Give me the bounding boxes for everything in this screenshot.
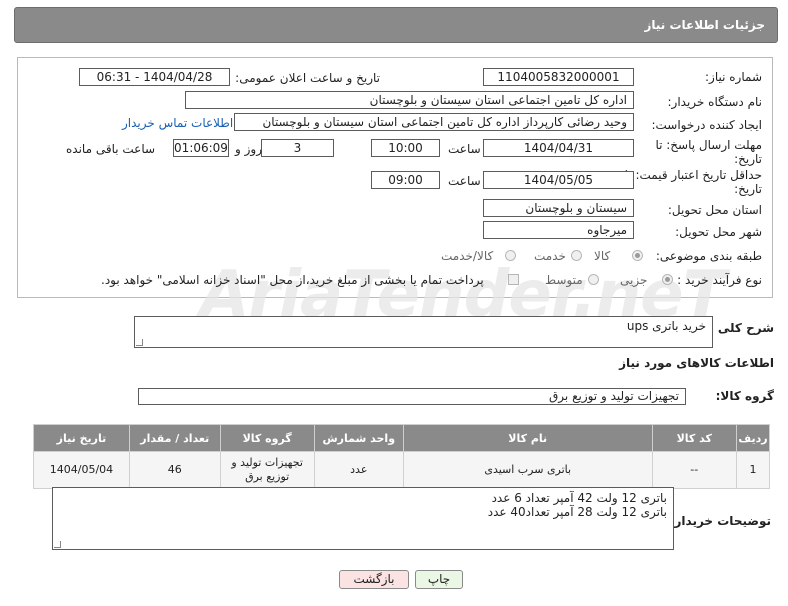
table-header-row: ردیف کد کالا نام کالا واحد شمارش گروه کا… xyxy=(33,424,770,452)
process-label: نوع فرآیند خرید : xyxy=(677,273,762,287)
goods-group-label: گروه کالا: xyxy=(715,389,774,403)
process-radio-medium[interactable] xyxy=(588,274,599,285)
col-code-header: کد کالا xyxy=(651,424,738,452)
requester-label: ایجاد کننده درخواست: xyxy=(651,118,762,132)
category-option-service: خدمت xyxy=(534,249,566,263)
process-option-medium: متوسط xyxy=(545,273,583,287)
summary-field: خرید باتری ups xyxy=(134,316,713,348)
col-group-header: گروه کالا xyxy=(219,424,315,452)
city-label: شهر محل تحویل: xyxy=(675,225,762,239)
cell-name: باتری سرب اسیدی xyxy=(402,451,653,489)
announce-datetime-field: 1404/04/28 - 06:31 xyxy=(79,68,230,86)
back-button[interactable]: بازگشت xyxy=(339,570,409,589)
buyer-notes-line-1: باتری 12 ولت 42 آمپر تعداد 6 عدد xyxy=(491,491,667,505)
page-header: جزئیات اطلاعات نیاز xyxy=(14,7,778,43)
category-option-goods-service: کالا/خدمت xyxy=(441,249,494,263)
category-option-goods: کالا xyxy=(594,249,611,263)
validity-time-field: 09:00 xyxy=(371,171,440,189)
days-remaining-field: 3 xyxy=(261,139,334,157)
buyer-notes-field: باتری 12 ولت 42 آمپر تعداد 6 عدد باتری 1… xyxy=(52,487,674,550)
col-qty-header: تعداد / مقدار xyxy=(128,424,221,452)
buyer-notes-line-2: باتری 12 ولت 28 آمپر تعداد40 عدد xyxy=(487,505,667,519)
cell-row: 1 xyxy=(736,451,770,489)
deadline-time-label: ساعت xyxy=(448,142,481,156)
days-label: روز و xyxy=(235,142,262,156)
buyer-contact-link[interactable]: اطلاعات تماس خریدار xyxy=(122,116,233,130)
province-label: استان محل تحویل: xyxy=(667,203,762,217)
cell-group: تجهیزات تولید و توزیع برق xyxy=(219,451,315,489)
category-radio-goods[interactable] xyxy=(632,250,643,261)
col-row-header: ردیف xyxy=(736,424,770,452)
process-radio-partial[interactable] xyxy=(662,274,673,285)
treasury-note: پرداخت تمام یا بخشی از مبلغ خرید،از محل … xyxy=(101,273,484,287)
need-number-field: 1104005832000001 xyxy=(483,68,634,86)
page-title: جزئیات اطلاعات نیاز xyxy=(644,18,765,32)
validity-label: حداقل تاریخ اعتبار قیمت: تا تاریخ: xyxy=(624,168,762,196)
treasury-checkbox[interactable] xyxy=(508,274,519,285)
cell-date: 1404/05/04 xyxy=(33,451,130,489)
notes-resize-handle[interactable] xyxy=(54,541,61,548)
cell-code: -- xyxy=(651,451,738,489)
city-field: میرجاوه xyxy=(483,221,634,239)
col-unit-header: واحد شمارش xyxy=(313,424,404,452)
col-date-header: تاریخ نیاز xyxy=(33,424,130,452)
goods-table: ردیف کد کالا نام کالا واحد شمارش گروه کا… xyxy=(33,424,770,489)
time-remaining-field: 01:06:09 xyxy=(173,139,229,157)
buyer-notes-label: توضیحات خریدار: xyxy=(669,514,771,528)
category-radio-goods-service[interactable] xyxy=(505,250,516,261)
buyer-org-label: نام دستگاه خریدار: xyxy=(667,95,763,109)
goods-group-field: تجهیزات تولید و توزیع برق xyxy=(138,388,686,405)
deadline-date-field: 1404/04/31 xyxy=(483,139,634,157)
cell-qty: 46 xyxy=(128,451,221,489)
col-name-header: نام کالا xyxy=(402,424,653,452)
need-number-label: شماره نیاز: xyxy=(705,70,762,84)
time-remaining-label: ساعت باقی مانده xyxy=(66,142,156,156)
process-option-partial: جزیی xyxy=(620,273,648,287)
resize-handle[interactable] xyxy=(136,339,143,346)
deadline-label: مهلت ارسال پاسخ: تا تاریخ: xyxy=(655,138,762,166)
announce-label: تاریخ و ساعت اعلان عمومی: xyxy=(235,71,380,85)
deadline-time-field: 10:00 xyxy=(371,139,440,157)
category-label: طبقه بندی موضوعی: xyxy=(655,249,762,263)
cell-unit: عدد xyxy=(313,451,404,489)
requester-field: وحید رضائی کارپرداز اداره کل تامین اجتما… xyxy=(234,113,634,131)
print-button[interactable]: چاپ xyxy=(415,570,463,589)
validity-time-label: ساعت xyxy=(448,174,481,188)
category-radio-service[interactable] xyxy=(571,250,582,261)
validity-date-field: 1404/05/05 xyxy=(483,171,634,189)
goods-section-title: اطلاعات کالاهای مورد نیاز xyxy=(619,356,774,370)
table-row[interactable]: 1 -- باتری سرب اسیدی عدد تجهیزات تولید و… xyxy=(33,451,770,489)
province-field: سیستان و بلوچستان xyxy=(483,199,634,217)
buyer-org-field: اداره کل تامین اجتماعی استان سیستان و بل… xyxy=(185,91,634,109)
